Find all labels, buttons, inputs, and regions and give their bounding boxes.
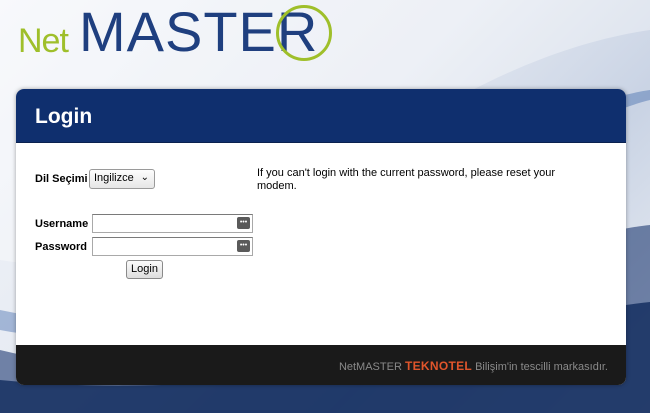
footer-text: NetMASTER TEKNOTEL Bilişim'in tescilli m… bbox=[339, 359, 608, 373]
login-panel: Login Dil Seçimi Ingilizce ⌄ If you can'… bbox=[16, 89, 626, 385]
teknotel-brand: TEKNOTEL bbox=[404, 359, 473, 373]
password-manager-icon[interactable]: ••• bbox=[237, 240, 250, 252]
chevron-down-icon: ⌄ bbox=[140, 172, 149, 183]
language-selected-value: Ingilizce bbox=[94, 172, 134, 184]
password-manager-icon[interactable]: ••• bbox=[237, 217, 250, 229]
language-label: Dil Seçimi bbox=[35, 173, 88, 185]
panel-footer: NetMASTER TEKNOTEL Bilişim'in tescilli m… bbox=[16, 345, 626, 385]
login-form: Dil Seçimi Ingilizce ⌄ If you can't logi… bbox=[16, 143, 626, 346]
logo-net-text: Net bbox=[18, 22, 69, 60]
logo-ring bbox=[276, 5, 332, 61]
language-select[interactable]: Ingilizce ⌄ bbox=[89, 169, 155, 189]
username-label: Username bbox=[35, 218, 89, 230]
login-button[interactable]: Login bbox=[126, 260, 163, 279]
page-title: Login bbox=[35, 105, 93, 128]
netmaster-logo: Net MASTER bbox=[14, 2, 354, 66]
panel-header: Login bbox=[16, 89, 626, 143]
username-field[interactable]: ••• bbox=[92, 214, 253, 233]
password-label: Password bbox=[35, 241, 87, 253]
password-field[interactable]: ••• bbox=[92, 237, 253, 256]
footer-suffix: Bilişim'in tescilli markasıdır. bbox=[472, 361, 608, 373]
footer-prefix: NetMASTER bbox=[338, 361, 405, 373]
reset-info-text: If you can't login with the current pass… bbox=[257, 167, 556, 192]
